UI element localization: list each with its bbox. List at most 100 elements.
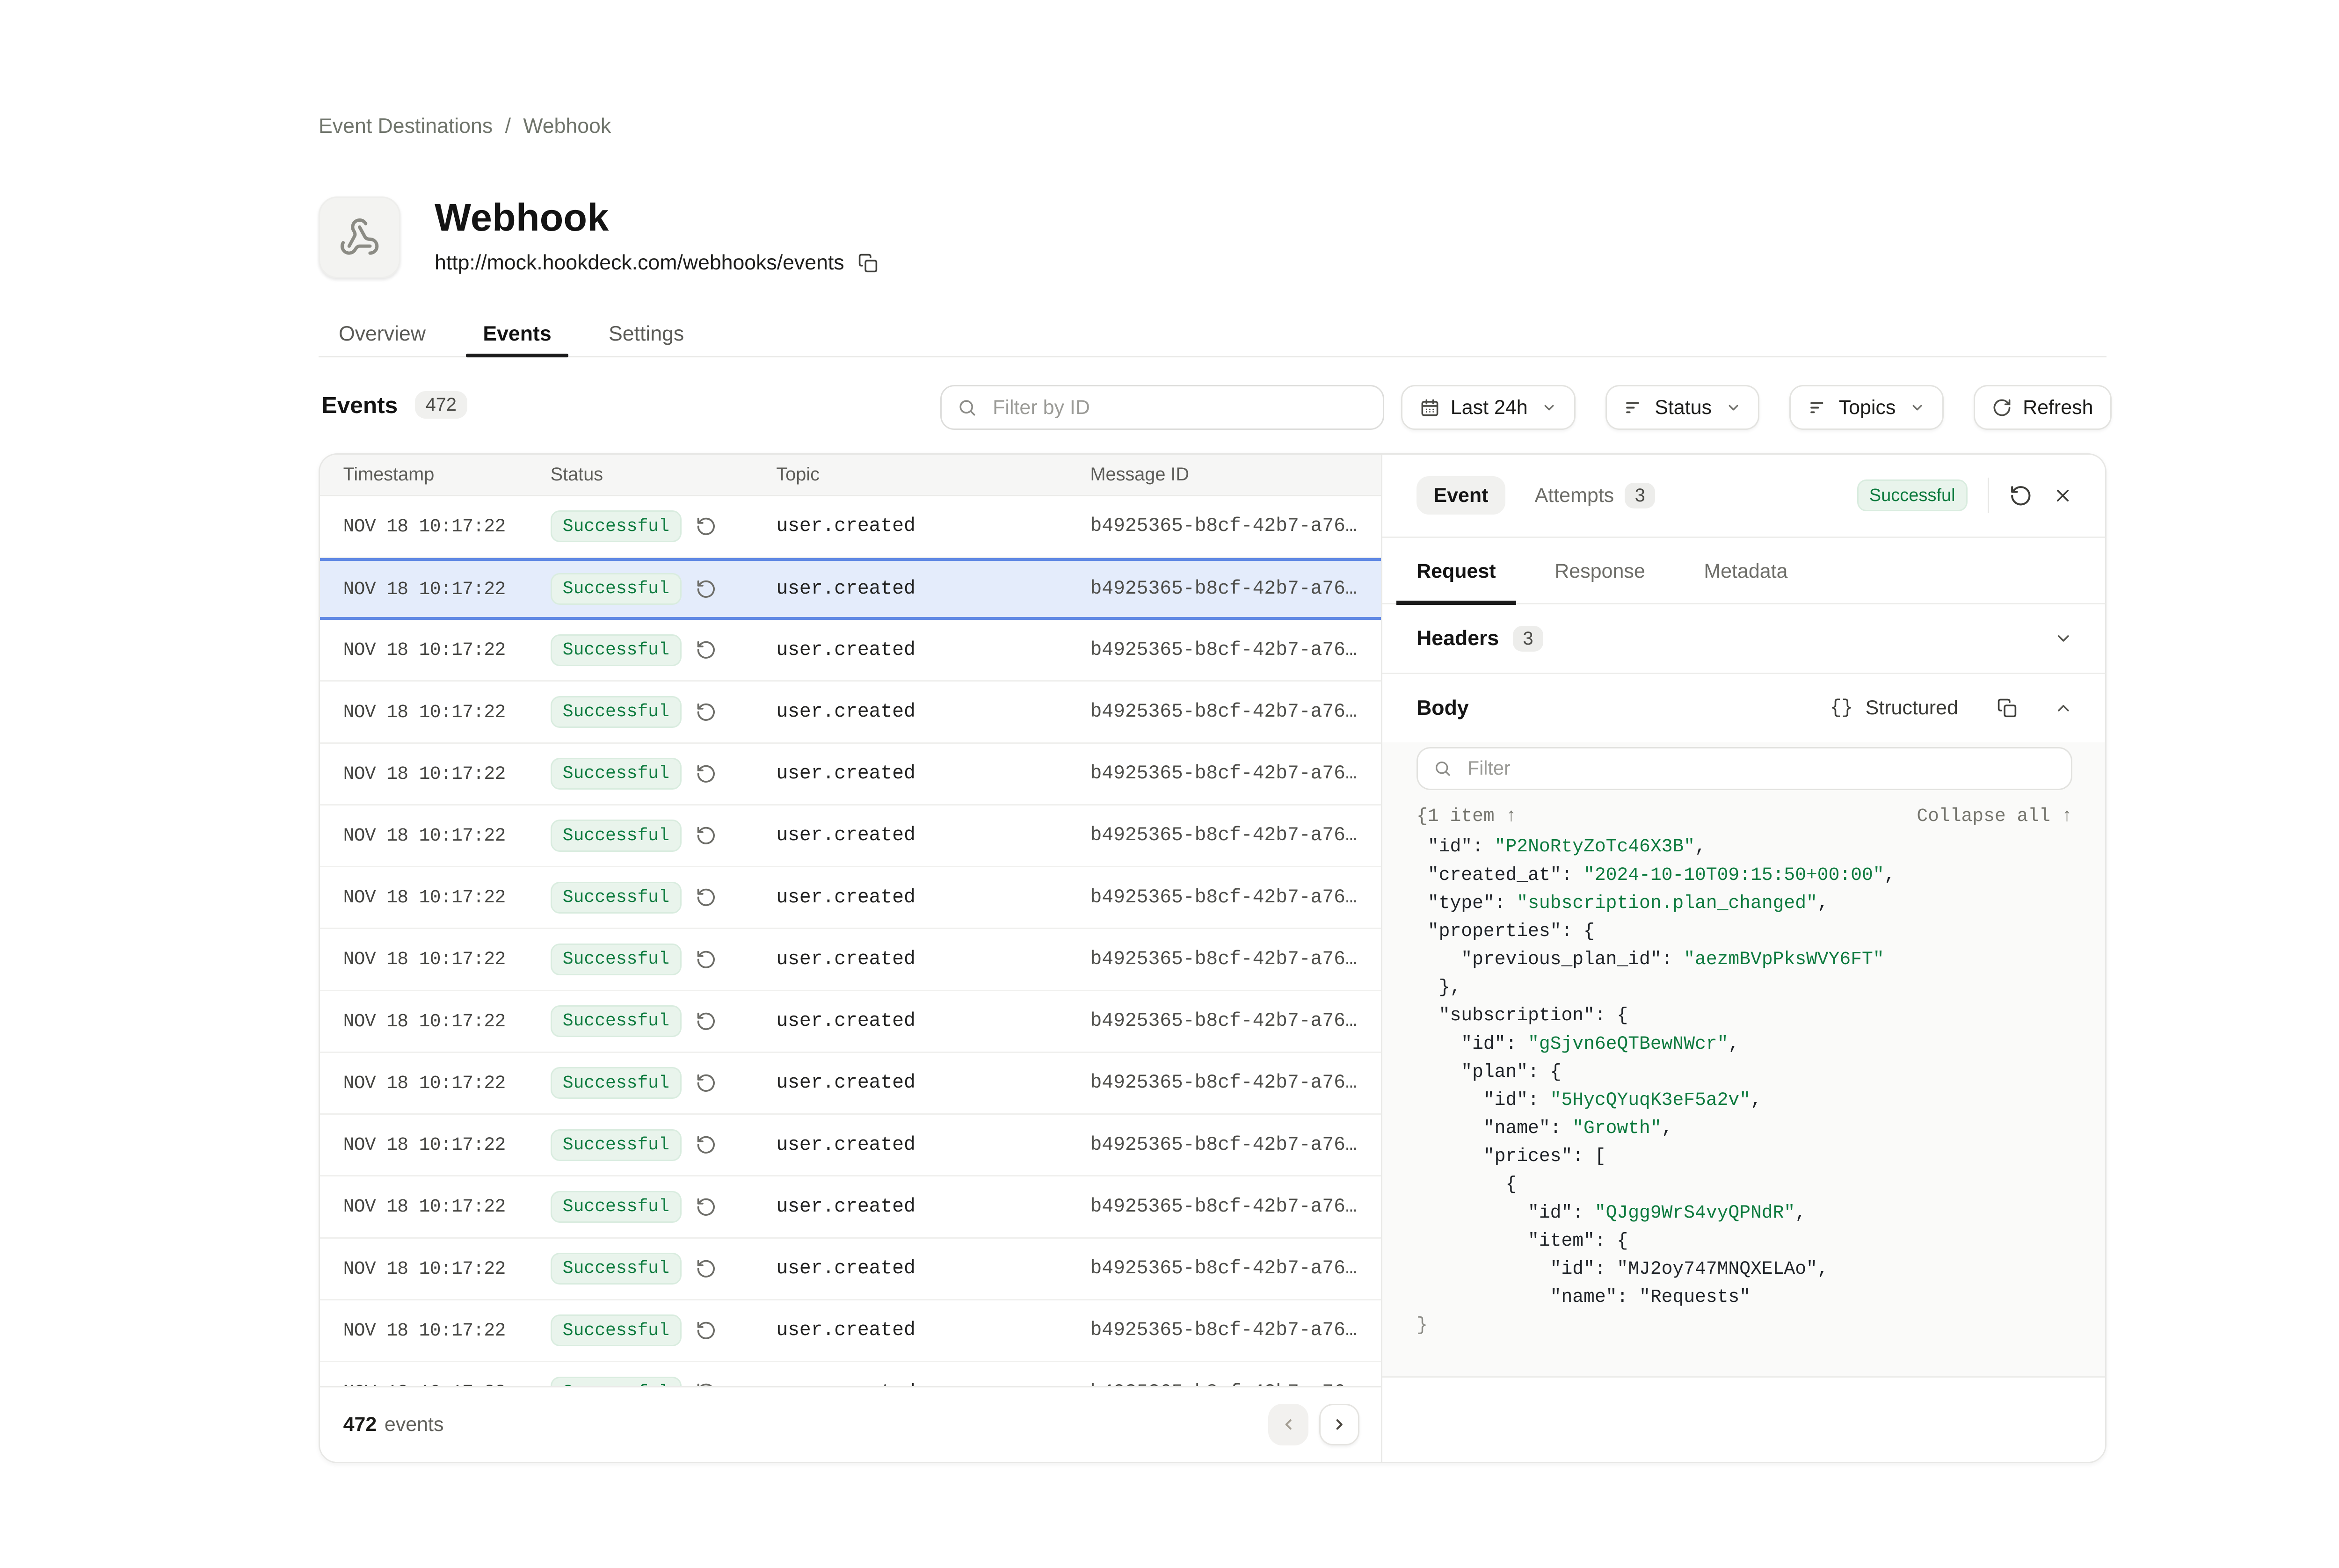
status-filter-button[interactable]: Status	[1605, 385, 1759, 430]
chevron-down-icon[interactable]	[2054, 629, 2073, 648]
row-message-id: b4925365-b8cf-42b7-a76…	[1090, 639, 1381, 661]
tab-overview[interactable]: Overview	[339, 312, 426, 356]
last-24h-filter-button[interactable]: Last 24h	[1401, 385, 1575, 430]
status-badge: Successful	[551, 1067, 682, 1099]
tab-events[interactable]: Events	[483, 312, 551, 356]
retry-icon[interactable]	[696, 579, 717, 600]
row-message-id: b4925365-b8cf-42b7-a76…	[1090, 825, 1381, 846]
refresh-button[interactable]: Refresh	[1974, 385, 2112, 430]
row-topic: user.created	[776, 639, 1090, 661]
retry-icon[interactable]	[696, 1011, 717, 1032]
events-card: Timestamp Status Topic Message ID NOV 18…	[319, 453, 2107, 1463]
main-tabs: Overview Events Settings	[319, 312, 2107, 357]
table-row[interactable]: NOV 18 10:17:22Successfuluser.createdb49…	[320, 1115, 1381, 1176]
retry-icon[interactable]	[696, 887, 717, 908]
row-timestamp: NOV 18 10:17:22	[320, 887, 551, 908]
topics-filter-button[interactable]: Topics	[1789, 385, 1943, 430]
row-topic: user.created	[776, 887, 1090, 908]
tab-metadata[interactable]: Metadata	[1704, 560, 1787, 603]
column-message-id: Message ID	[1090, 464, 1381, 485]
headers-section[interactable]: Headers 3	[1382, 604, 2105, 674]
breadcrumb: Event Destinations / Webhook	[319, 115, 611, 138]
json-filter-input[interactable]	[1416, 747, 2072, 791]
calendar-icon	[1420, 398, 1440, 418]
row-topic: user.created	[776, 701, 1090, 723]
tab-request[interactable]: Request	[1416, 560, 1496, 603]
title-block: Webhook http://mock.hookdeck.com/webhook…	[319, 196, 878, 278]
close-panel-button[interactable]	[2053, 486, 2073, 506]
row-timestamp: NOV 18 10:17:22	[320, 1011, 551, 1032]
table-row[interactable]: NOV 18 10:17:22Successfuluser.createdb49…	[320, 744, 1381, 806]
row-timestamp: NOV 18 10:17:22	[320, 1382, 551, 1386]
row-topic: user.created	[776, 1258, 1090, 1279]
previous-page-button[interactable]	[1268, 1404, 1308, 1445]
table-row[interactable]: NOV 18 10:17:22Successfuluser.createdb49…	[320, 682, 1381, 743]
chevron-up-icon[interactable]	[2054, 699, 2073, 718]
braces-icon: {}	[1830, 697, 1853, 719]
row-topic: user.created	[776, 1134, 1090, 1156]
row-message-id: b4925365-b8cf-42b7-a76…	[1090, 1258, 1381, 1279]
status-badge: Successful	[551, 696, 682, 728]
table-row[interactable]: NOV 18 10:17:22Successfuluser.createdb49…	[320, 1176, 1381, 1238]
retry-event-button[interactable]	[2009, 484, 2033, 508]
collapse-all-button[interactable]: Collapse all ↑	[1917, 806, 2072, 827]
row-timestamp: NOV 18 10:17:22	[320, 702, 551, 723]
retry-icon[interactable]	[696, 702, 717, 723]
json-body-viewer[interactable]: "id": "P2NoRtyZoTc46X3B", "created_at": …	[1416, 833, 2072, 1339]
table-row[interactable]: NOV 18 10:17:22Successfuluser.createdb49…	[320, 867, 1381, 929]
row-topic: user.created	[776, 1072, 1090, 1094]
retry-icon[interactable]	[696, 1382, 717, 1386]
retry-icon[interactable]	[696, 1073, 717, 1094]
table-row[interactable]: NOV 18 10:17:22Successfuluser.createdb49…	[320, 929, 1381, 991]
column-timestamp: Timestamp	[320, 464, 551, 485]
json-items-label[interactable]: {1 item ↑	[1416, 806, 1517, 827]
breadcrumb-webhook[interactable]: Webhook	[523, 115, 611, 138]
json-filter-field[interactable]	[1464, 756, 2056, 781]
status-badge: Successful	[551, 510, 682, 542]
table-row[interactable]: NOV 18 10:17:22Successfuluser.createdb49…	[320, 620, 1381, 682]
retry-icon[interactable]	[696, 825, 717, 846]
retry-icon[interactable]	[696, 1258, 717, 1279]
status-badge: Successful	[551, 758, 682, 790]
row-topic: user.created	[776, 1196, 1090, 1218]
status-badge: Successful	[551, 944, 682, 975]
attempts-count-badge: 3	[1625, 483, 1655, 508]
tab-attempts[interactable]: Attempts 3	[1535, 483, 1656, 508]
retry-icon[interactable]	[696, 516, 717, 537]
table-row[interactable]: NOV 18 10:17:22Successfuluser.createdb49…	[320, 1053, 1381, 1115]
table-row[interactable]: NOV 18 10:17:22Successfuluser.createdb49…	[320, 1362, 1381, 1386]
row-topic: user.created	[776, 1320, 1090, 1341]
events-table: Timestamp Status Topic Message ID NOV 18…	[320, 455, 1382, 1462]
copy-url-icon[interactable]	[858, 253, 878, 273]
row-topic: user.created	[776, 515, 1090, 537]
search-icon	[1433, 759, 1452, 778]
tab-response[interactable]: Response	[1554, 560, 1645, 603]
table-row[interactable]: NOV 18 10:17:22Successfuluser.createdb49…	[320, 1239, 1381, 1300]
column-topic: Topic	[776, 464, 1090, 485]
retry-icon[interactable]	[696, 949, 717, 970]
next-page-button[interactable]	[1319, 1404, 1359, 1445]
events-section-title: Events	[322, 392, 398, 419]
breadcrumb-event-destinations[interactable]: Event Destinations	[319, 115, 493, 138]
table-row[interactable]: NOV 18 10:17:22Successfuluser.createdb49…	[320, 806, 1381, 867]
retry-icon[interactable]	[696, 1134, 717, 1155]
row-timestamp: NOV 18 10:17:22	[320, 763, 551, 784]
footer-event-count: 472	[343, 1413, 377, 1436]
copy-body-icon[interactable]	[1997, 698, 2017, 718]
retry-icon[interactable]	[696, 1320, 717, 1341]
detail-status-badge: Successful	[1857, 479, 1968, 511]
retry-icon[interactable]	[696, 763, 717, 784]
filter-by-id-search[interactable]	[940, 385, 1384, 430]
table-row[interactable]: NOV 18 10:17:22Successfuluser.createdb49…	[320, 558, 1381, 620]
structured-toggle[interactable]: Structured	[1866, 697, 1958, 719]
row-timestamp: NOV 18 10:17:22	[320, 1320, 551, 1341]
breadcrumb-separator: /	[505, 115, 511, 138]
search-input[interactable]	[990, 394, 1367, 421]
tab-event[interactable]: Event	[1416, 476, 1505, 515]
tab-settings[interactable]: Settings	[609, 312, 684, 356]
table-row[interactable]: NOV 18 10:17:22Successfuluser.createdb49…	[320, 991, 1381, 1053]
retry-icon[interactable]	[696, 1197, 717, 1218]
retry-icon[interactable]	[696, 639, 717, 661]
table-row[interactable]: NOV 18 10:17:22Successfuluser.createdb49…	[320, 496, 1381, 558]
table-row[interactable]: NOV 18 10:17:22Successfuluser.createdb49…	[320, 1300, 1381, 1362]
